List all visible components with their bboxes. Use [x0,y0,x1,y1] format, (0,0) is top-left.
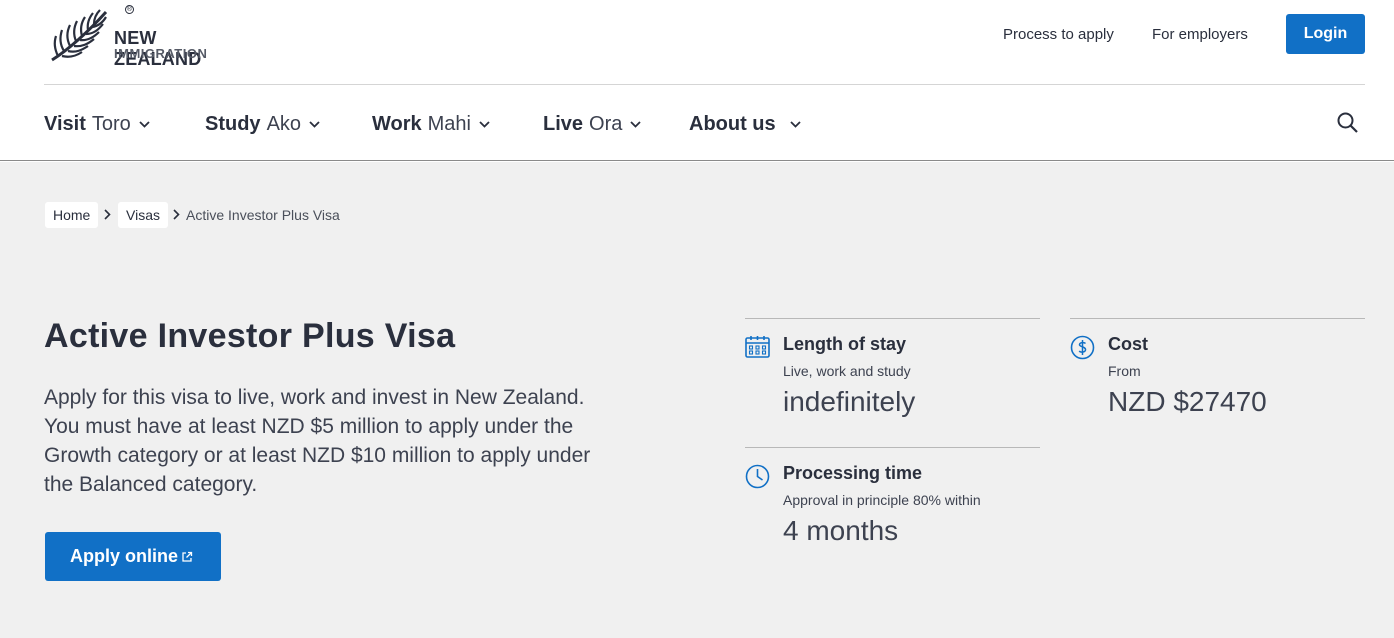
trademark-mark: ® [125,5,134,14]
nav-item-maori-label: Mahi [427,113,471,135]
info-label: Processing time [783,463,923,483]
site-logo[interactable]: ® NEW ZEALAND IMMIGRATION [48,4,248,69]
info-label: Length of stay [783,334,907,354]
calendar-icon [745,335,770,360]
info-sublabel: Live, work and study [783,363,911,379]
nav-item-maori-label: Ora [589,113,623,135]
page-description: Apply for this visa to live, work and in… [44,386,591,496]
process-to-apply-link[interactable]: Process to apply [1003,26,1114,43]
nav-item-work[interactable]: Work Mahi [372,111,490,136]
nav-item-label: Visit [44,113,86,135]
nav-item-study[interactable]: Study Ako [205,111,320,136]
clock-icon [745,464,770,489]
chevron-right-icon [173,202,180,228]
chevron-down-icon [790,111,801,134]
page-title: Active Investor Plus Visa [44,317,456,355]
breadcrumb-home[interactable]: Home [45,202,99,228]
nav-item-live[interactable]: Live Ora [543,111,642,136]
breadcrumb-visas[interactable]: Visas [118,202,168,228]
nav-item-label: Work [372,113,422,135]
fern-logo-icon [51,9,108,62]
cost-card: Cost From NZD $27470 [1070,318,1365,448]
breadcrumb-current: Active Investor Plus Visa [186,207,340,223]
search-icon[interactable] [1336,111,1360,135]
chevron-down-icon [630,111,642,134]
nav-item-about-us[interactable]: About us [689,111,801,136]
nav-item-maori-label: Toro [91,113,131,135]
info-sublabel: From [1108,363,1141,379]
info-value: NZD $27470 [1108,386,1267,417]
apply-online-button[interactable]: Apply online [45,532,221,581]
chevron-down-icon [479,111,490,134]
content-area: Home Visas Active Investor Plus Visa Act… [0,162,1394,638]
chevron-down-icon [309,111,320,134]
chevron-right-icon [104,202,111,228]
top-bar: ® NEW ZEALAND IMMIGRATION Process to app… [0,0,1394,84]
nav-item-label: About us [689,113,776,135]
external-link-icon [182,551,193,562]
for-employers-link[interactable]: For employers [1152,26,1248,43]
login-button[interactable]: Login [1286,14,1365,54]
processing-time-card: Processing time Approval in principle 80… [745,447,1040,577]
apply-online-label: Apply online [70,546,178,566]
dollar-icon [1070,335,1095,360]
nav-item-label: Study [205,113,261,135]
info-value: 4 months [783,515,899,546]
main-nav: Visit Toro Study Ako Work Mahi Live Ora Abou… [0,85,1394,161]
nav-item-maori-label: Ako [266,113,302,135]
info-value: indefinitely [783,386,916,417]
nav-item-label: Live [543,113,584,135]
nav-item-visit[interactable]: Visit Toro [44,111,150,136]
info-label: Cost [1108,334,1148,354]
info-sublabel: Approval in principle 80% within [783,492,981,508]
logo-text-line2: IMMIGRATION [114,46,208,61]
chevron-down-icon [139,111,150,134]
length-of-stay-card: Length of stay Live, work and study inde… [745,318,1040,448]
